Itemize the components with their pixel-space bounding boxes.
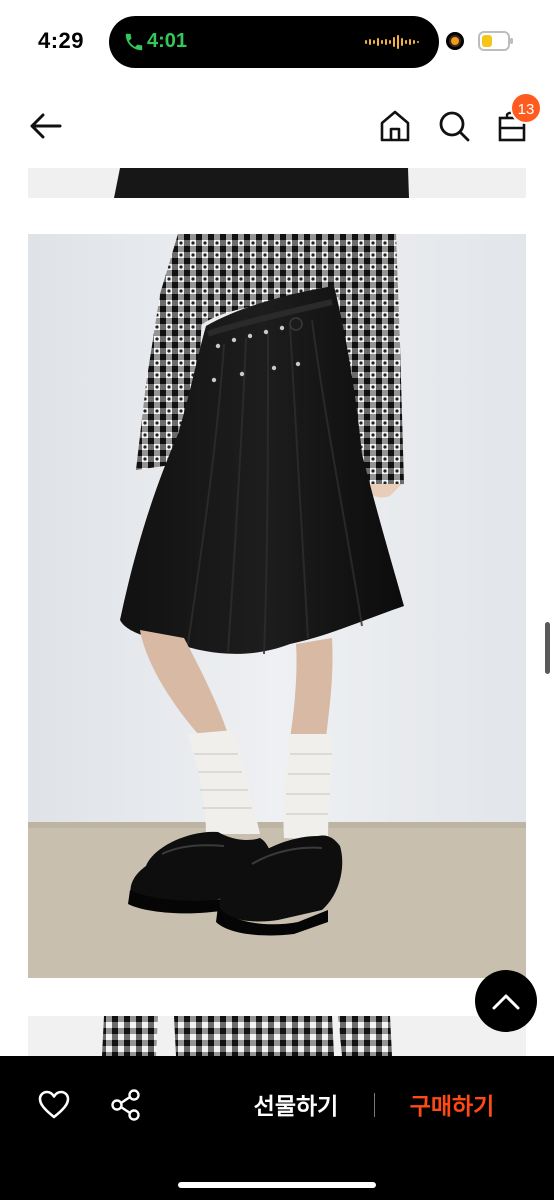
home-icon[interactable] [378, 108, 412, 144]
gift-button[interactable]: 선물하기 [248, 1086, 344, 1126]
heart-icon[interactable] [38, 1090, 70, 1120]
product-image [28, 234, 526, 978]
share-icon[interactable] [110, 1088, 142, 1122]
divider [374, 1093, 375, 1117]
battery-icon [478, 31, 513, 51]
home-indicator[interactable] [178, 1182, 376, 1188]
phone-icon [125, 33, 143, 51]
scroll-to-top-button[interactable] [475, 970, 537, 1032]
status-bar: 4:29 4:01 [0, 0, 554, 84]
call-duration: 4:01 [147, 30, 188, 52]
camera-indicator-dot [446, 32, 464, 50]
call-pill[interactable]: 4:01 [109, 16, 439, 68]
product-image-next [28, 1016, 526, 1056]
search-icon[interactable] [436, 108, 472, 144]
waveform-icon [365, 35, 419, 49]
top-nav [0, 84, 554, 168]
scrollbar-thumb[interactable] [545, 622, 550, 674]
product-image-previous [28, 168, 526, 198]
back-arrow-icon[interactable] [24, 108, 66, 144]
chevron-up-icon [492, 994, 520, 1010]
status-time: 4:29 [38, 28, 85, 53]
buy-button[interactable]: 구매하기 [404, 1086, 500, 1126]
cart-count-badge: 13 [510, 92, 542, 124]
bottom-action-bar: 선물하기 구매하기 [0, 1056, 554, 1200]
